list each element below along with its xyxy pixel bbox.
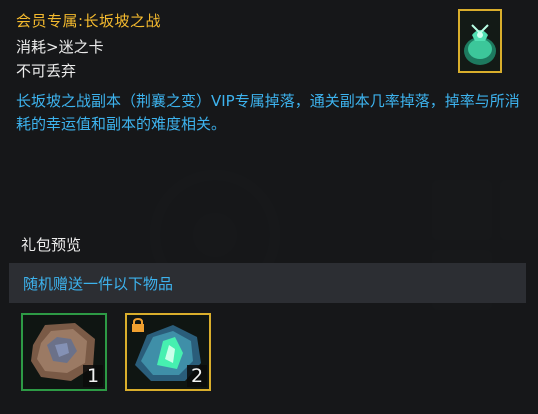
consume-text: 消耗>迷之卡: [16, 38, 104, 56]
reward-count: 1: [83, 365, 103, 387]
binding-text: 不可丢弃: [16, 62, 77, 80]
item-description: 长坂坡之战副本（荆襄之变）VIP专属掉落，通关副本几率掉落，掉率与所消耗的幸运值…: [16, 92, 520, 133]
gift-bag-icon: [458, 9, 502, 73]
reward-count: 2: [187, 365, 207, 387]
reward-slot-crystal[interactable]: 2: [125, 313, 211, 391]
item-title: 会员专属:长坂坡之战: [16, 12, 162, 30]
lock-icon: [132, 318, 144, 332]
reward-slot-ore[interactable]: 1: [21, 313, 107, 391]
random-reward-text: 随机赠送一件以下物品: [23, 275, 174, 293]
gift-preview-label: 礼包预览: [21, 236, 82, 254]
item-tooltip: 会员专属:长坂坡之战 消耗>迷之卡 不可丢弃 长坂坡之战副本（荆襄之变）VIP专…: [0, 0, 538, 414]
random-reward-band: 随机赠送一件以下物品: [9, 263, 526, 303]
